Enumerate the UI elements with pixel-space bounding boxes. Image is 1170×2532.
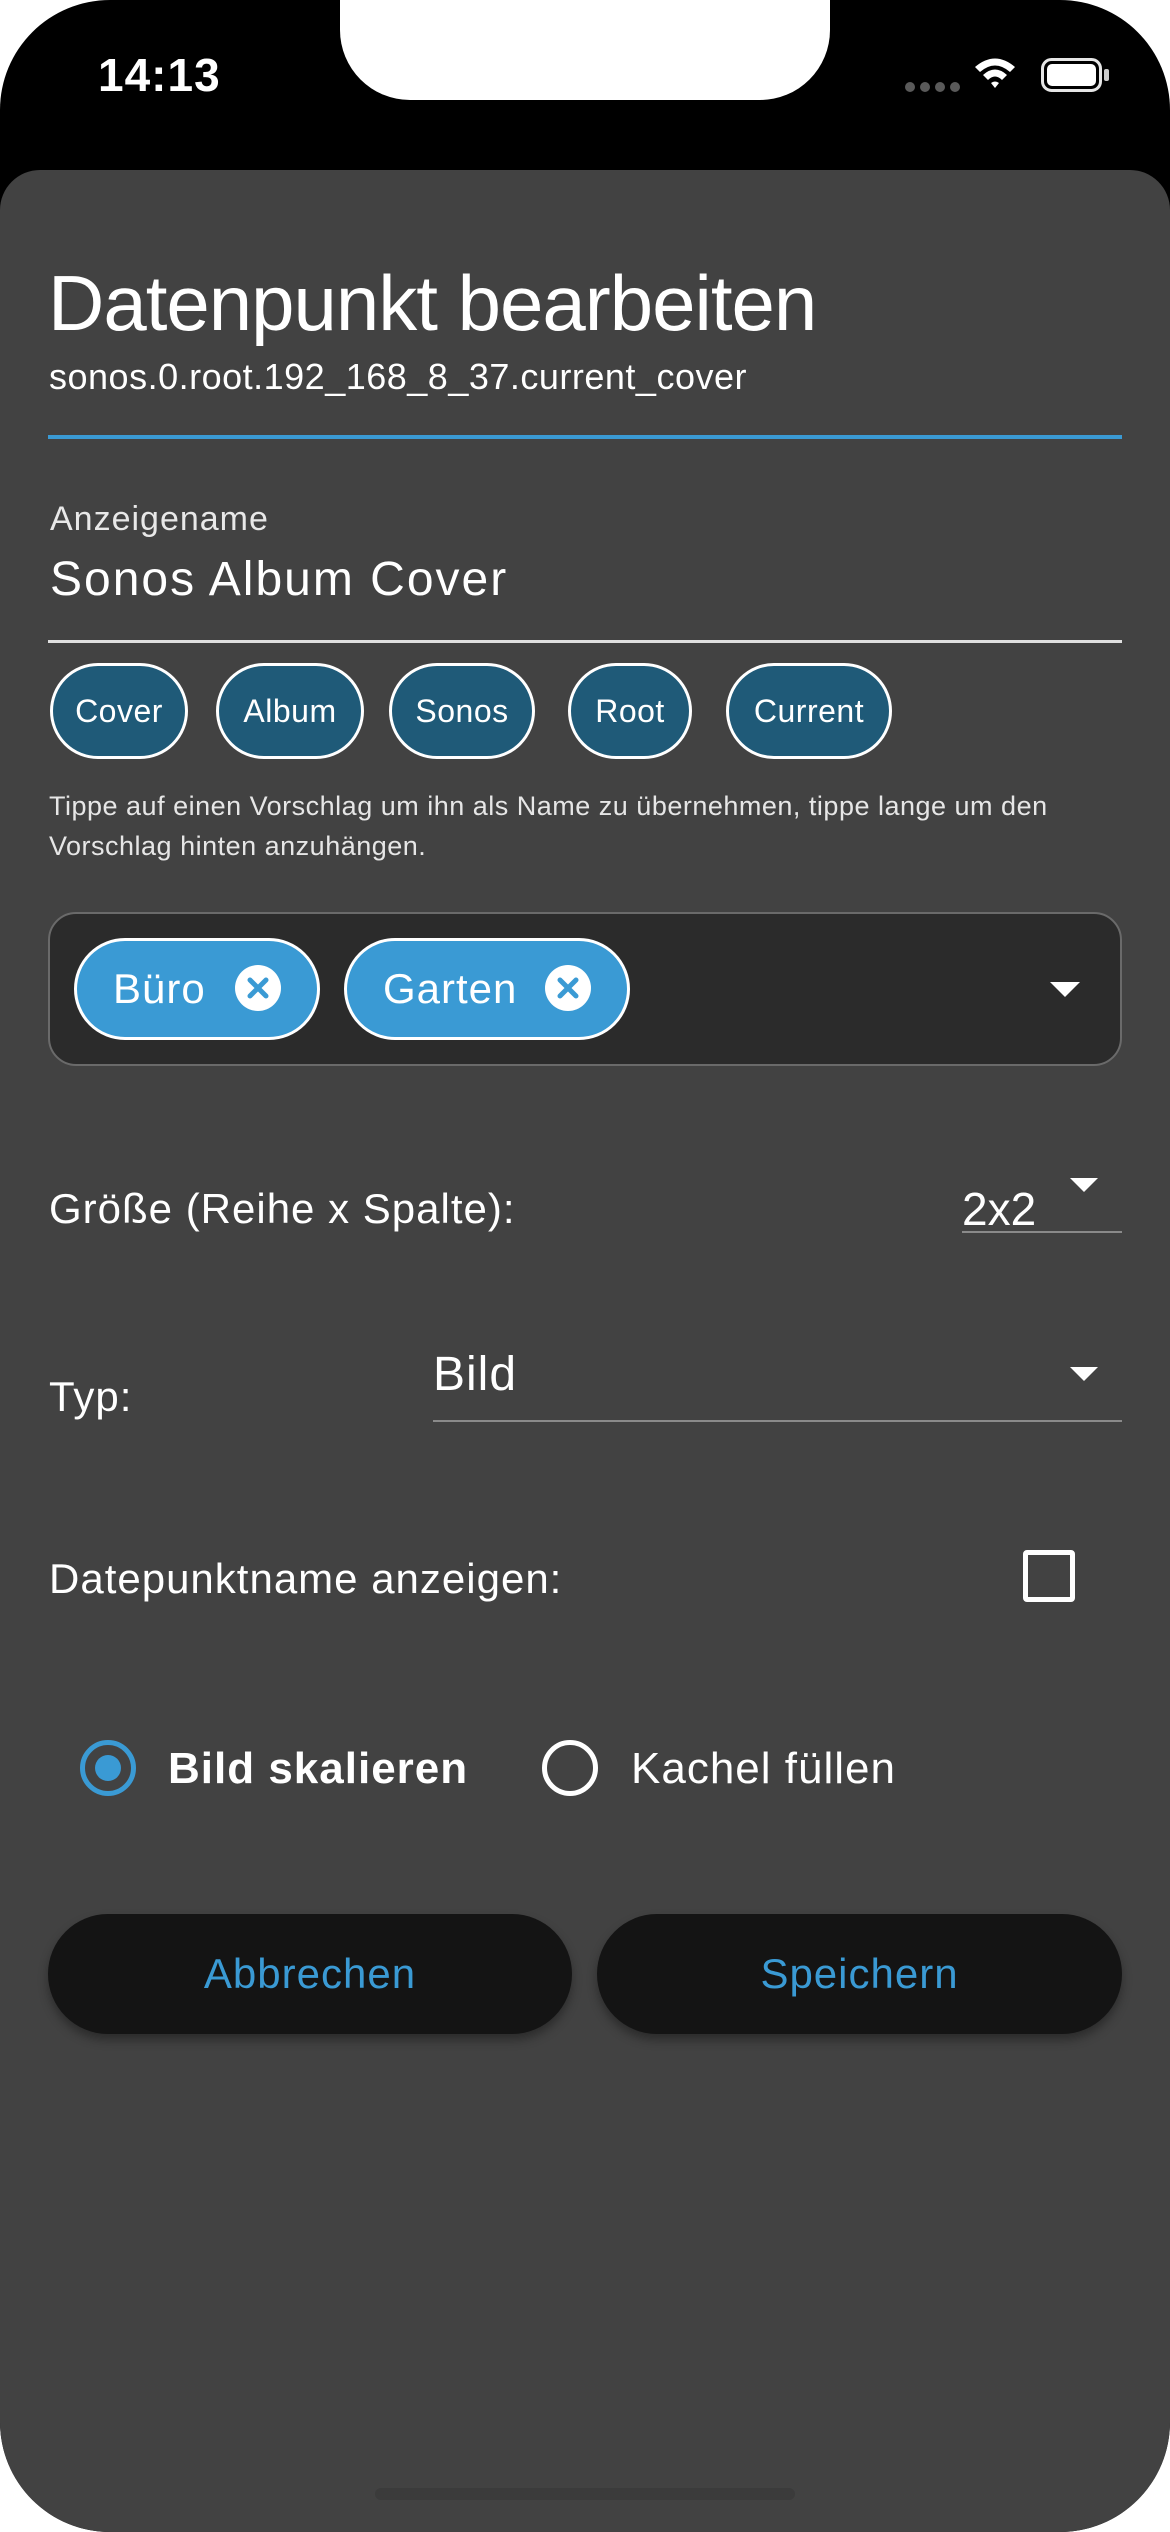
remove-tag-icon[interactable] — [545, 965, 591, 1011]
type-underline — [433, 1420, 1122, 1422]
save-button[interactable]: Speichern — [597, 1914, 1122, 2034]
show-name-checkbox[interactable] — [1023, 1550, 1075, 1602]
radio-unselected[interactable] — [542, 1740, 598, 1796]
dialog-title: Datenpunkt bearbeiten — [48, 259, 817, 347]
tag-label: Büro — [113, 965, 206, 1012]
display-name-input[interactable]: Sonos Album Cover — [50, 552, 508, 607]
cancel-button[interactable]: Abbrechen — [48, 1914, 572, 2034]
phone-frame: 14:13 Datenpunkt bearbeiten sonos.0.root… — [0, 0, 1170, 2532]
suggestion-hint: Tippe auf einen Vorschlag um ihn als Nam… — [49, 791, 1048, 861]
title-divider — [48, 435, 1122, 439]
suggestion-chip-album[interactable]: Album — [216, 663, 364, 759]
size-underline — [962, 1231, 1122, 1233]
edit-datapoint-sheet: Datenpunkt bearbeiten sonos.0.root.192_1… — [0, 170, 1170, 2532]
notch — [340, 0, 830, 100]
radio-label: Bild skalieren — [168, 1744, 469, 1793]
display-name-underline — [48, 640, 1122, 643]
display-name-label: Anzeigename — [50, 500, 269, 538]
type-label: Typ: — [49, 1373, 133, 1420]
datapoint-id: sonos.0.root.192_168_8_37.current_cover — [49, 356, 747, 397]
status-time: 14:13 — [98, 49, 221, 101]
tag-selector[interactable]: Büro Garten — [48, 912, 1122, 1066]
show-name-label: Datepunktname anzeigen: — [49, 1555, 563, 1602]
radio-selected[interactable] — [80, 1740, 136, 1796]
chevron-down-icon[interactable] — [1050, 982, 1080, 997]
radio-label: Kachel füllen — [631, 1744, 896, 1793]
tag-label: Garten — [383, 965, 518, 1012]
suggestion-chip-root[interactable]: Root — [568, 663, 692, 759]
tag-chip-garten[interactable]: Garten — [344, 938, 630, 1040]
wifi-icon — [975, 58, 1015, 88]
type-value[interactable]: Bild — [433, 1347, 517, 1402]
signal-dots-icon — [905, 82, 961, 92]
remove-tag-icon[interactable] — [235, 965, 281, 1011]
tag-chip-buero[interactable]: Büro — [74, 938, 320, 1040]
size-value[interactable]: 2x2 — [962, 1182, 1036, 1236]
suggestion-chip-sonos[interactable]: Sonos — [389, 663, 535, 759]
chevron-down-icon[interactable] — [1070, 1178, 1098, 1192]
size-label: Größe (Reihe x Spalte): — [49, 1185, 516, 1232]
suggestion-chip-cover[interactable]: Cover — [50, 663, 188, 759]
chevron-down-icon[interactable] — [1070, 1367, 1098, 1381]
home-indicator — [375, 2488, 795, 2500]
suggestion-chip-current[interactable]: Current — [726, 663, 892, 759]
battery-icon — [1041, 58, 1109, 92]
